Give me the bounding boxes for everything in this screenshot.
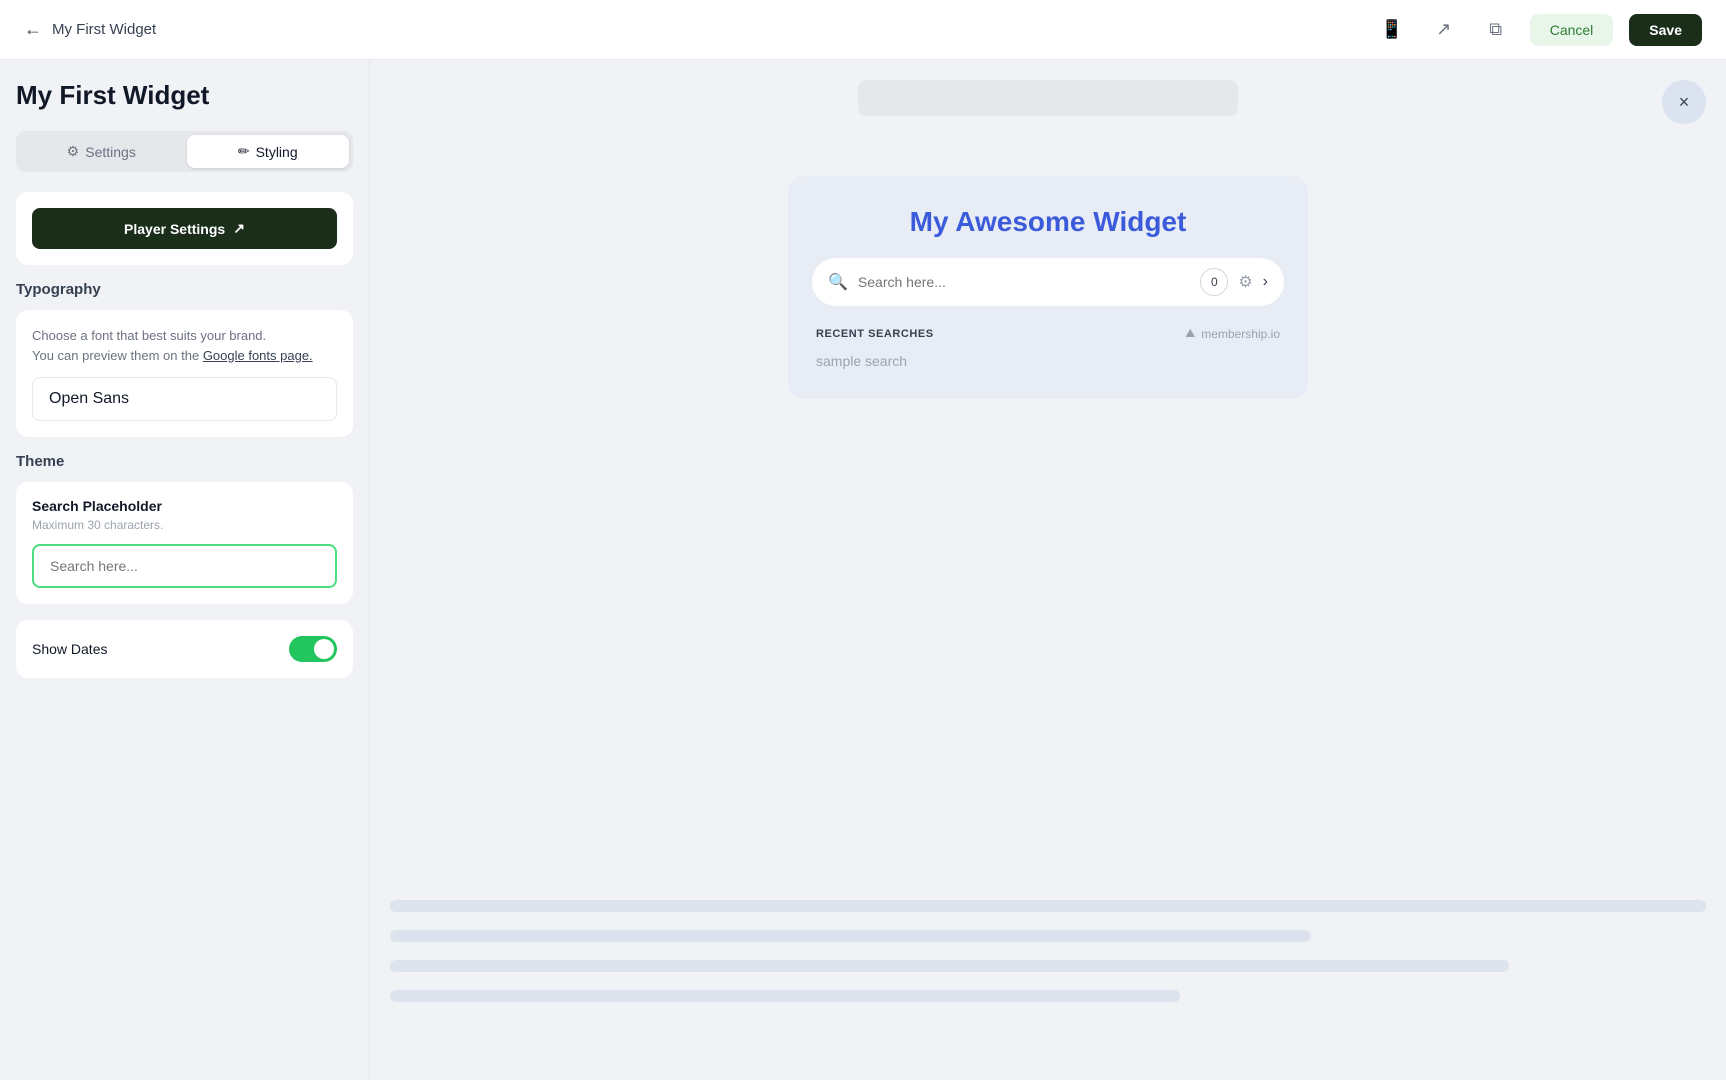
font-selector[interactable]: Open Sans: [32, 377, 337, 421]
search-placeholder-label: Search Placeholder: [32, 498, 337, 514]
membership-brand-name: membership.io: [1201, 327, 1280, 341]
tab-styling[interactable]: ✏ Styling: [187, 135, 350, 168]
main-layout: My First Widget ⚙ Settings ✏ Styling Pla…: [0, 60, 1726, 1080]
top-bar-title: My First Widget: [52, 21, 156, 38]
widget-preview-title: My Awesome Widget: [812, 206, 1284, 238]
recent-searches-label: RECENT SEARCHES: [816, 328, 934, 340]
mobile-preview-icon[interactable]: 📱: [1374, 12, 1410, 48]
preview-url-bar: [858, 80, 1238, 116]
typography-description: Choose a font that best suits your brand…: [32, 326, 337, 365]
tab-settings[interactable]: ⚙ Settings: [20, 135, 183, 168]
recent-search-item: sample search: [816, 353, 1280, 369]
search-placeholder-card: Search Placeholder Maximum 30 characters…: [16, 482, 353, 604]
styling-tab-icon: ✏: [238, 143, 250, 160]
theme-section-label: Theme: [16, 453, 353, 470]
top-bar-left: ← My First Widget: [24, 19, 156, 40]
recent-searches-section: RECENT SEARCHES ⛰ membership.io sample s…: [812, 326, 1284, 369]
settings-tab-icon: ⚙: [67, 143, 80, 160]
layers-icon[interactable]: ⧉: [1478, 12, 1514, 48]
bg-line-2: [390, 930, 1311, 942]
preview-search-icon: 🔍: [828, 272, 848, 292]
player-settings-card: Player Settings ↗: [16, 192, 353, 265]
search-placeholder-input[interactable]: [32, 544, 337, 588]
membership-logo-icon: ⛰: [1185, 326, 1195, 341]
search-placeholder-hint: Maximum 30 characters.: [32, 518, 337, 532]
cancel-button[interactable]: Cancel: [1530, 14, 1614, 46]
top-bar: ← My First Widget 📱 ↗ ⧉ Cancel Save: [0, 0, 1726, 60]
show-dates-label: Show Dates: [32, 641, 107, 657]
preview-search-input[interactable]: [858, 274, 1190, 290]
preview-search-bar: 🔍 0 ⚙ ›: [812, 258, 1284, 306]
typography-section-label: Typography: [16, 281, 353, 298]
external-link-icon[interactable]: ↗: [1426, 12, 1462, 48]
google-fonts-link[interactable]: Google fonts page.: [203, 348, 313, 363]
bg-line-1: [390, 900, 1706, 912]
show-dates-toggle[interactable]: [289, 636, 337, 662]
preview-top-bar: [390, 80, 1706, 116]
preview-close-button[interactable]: ×: [1662, 80, 1706, 124]
recent-searches-header: RECENT SEARCHES ⛰ membership.io: [816, 326, 1280, 341]
top-bar-right: 📱 ↗ ⧉ Cancel Save: [1374, 12, 1702, 48]
preview-area: × My Awesome Widget 🔍 0 ⚙ › RECENT SEARC…: [370, 60, 1726, 1080]
back-button[interactable]: ←: [24, 19, 42, 40]
tab-bar: ⚙ Settings ✏ Styling: [16, 131, 353, 172]
sidebar: My First Widget ⚙ Settings ✏ Styling Pla…: [0, 60, 370, 1080]
preview-badge: 0: [1200, 268, 1228, 296]
bg-line-3: [390, 960, 1509, 972]
external-link-small-icon: ↗: [233, 220, 245, 237]
settings-tab-label: Settings: [85, 144, 136, 160]
membership-logo: ⛰ membership.io: [1185, 326, 1280, 341]
typography-card: Choose a font that best suits your brand…: [16, 310, 353, 437]
sidebar-title: My First Widget: [16, 80, 353, 111]
player-settings-button[interactable]: Player Settings ↗: [32, 208, 337, 249]
player-settings-label: Player Settings: [124, 221, 225, 237]
preview-bg-lines: [370, 880, 1726, 1080]
show-dates-card: Show Dates: [16, 620, 353, 678]
preview-filter-icon: ⚙: [1238, 272, 1252, 292]
widget-preview-card: My Awesome Widget 🔍 0 ⚙ › RECENT SEARCHE…: [788, 176, 1308, 399]
bg-line-4: [390, 990, 1180, 1002]
styling-tab-label: Styling: [256, 144, 298, 160]
preview-arrow-button[interactable]: ›: [1263, 273, 1268, 291]
save-button[interactable]: Save: [1629, 14, 1702, 46]
